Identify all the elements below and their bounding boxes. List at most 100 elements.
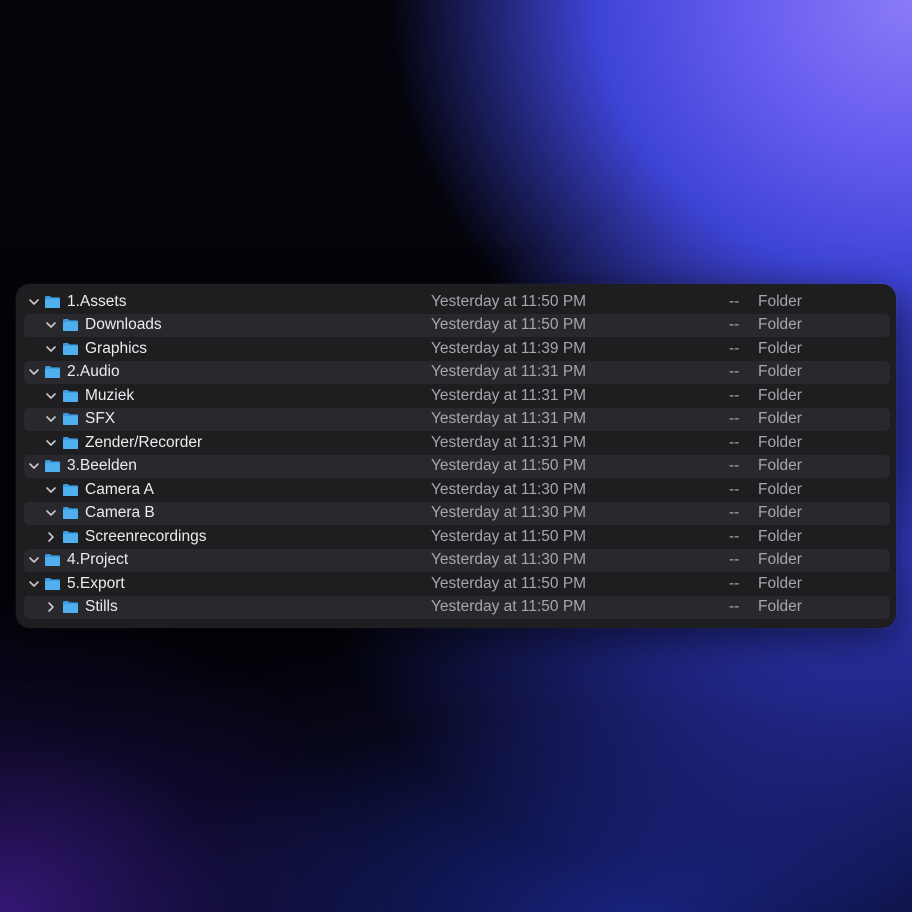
folder-icon: [62, 318, 79, 332]
date-modified: Yesterday at 11:50 PM: [431, 292, 587, 310]
file-size: --: [729, 292, 740, 310]
file-name: 5.Export: [67, 574, 125, 592]
table-row[interactable]: 4.Project Yesterday at 11:30 PM -- Folder: [24, 548, 890, 572]
folder-icon: [44, 459, 61, 473]
chevron-down-icon[interactable]: [28, 460, 40, 472]
date-modified: Yesterday at 11:31 PM: [431, 386, 587, 404]
file-name: 2.Audio: [67, 363, 120, 381]
file-kind: Folder: [758, 480, 802, 498]
folder-icon: [62, 389, 79, 403]
chevron-right-icon[interactable]: [45, 531, 57, 543]
chevron-right-icon[interactable]: [45, 601, 57, 613]
chevron-down-icon[interactable]: [45, 437, 57, 449]
file-size: --: [729, 363, 740, 381]
file-name: Zender/Recorder: [85, 433, 203, 451]
folder-icon: [62, 530, 79, 544]
date-modified: Yesterday at 11:50 PM: [431, 574, 587, 592]
file-name: Graphics: [85, 339, 148, 357]
file-name: Screenrecordings: [85, 527, 207, 545]
table-row[interactable]: 1.Assets Yesterday at 11:50 PM -- Folder: [24, 290, 890, 314]
folder-icon: [62, 600, 79, 614]
file-size: --: [729, 527, 740, 545]
file-name: 3.Beelden: [67, 457, 137, 475]
file-size: --: [729, 410, 740, 428]
file-size: --: [729, 574, 740, 592]
date-modified: Yesterday at 11:39 PM: [431, 339, 587, 357]
chevron-down-icon[interactable]: [45, 319, 57, 331]
table-row[interactable]: 2.Audio Yesterday at 11:31 PM -- Folder: [24, 360, 890, 384]
file-size: --: [729, 316, 740, 334]
file-size: --: [729, 457, 740, 475]
file-size: --: [729, 386, 740, 404]
date-modified: Yesterday at 11:31 PM: [431, 410, 587, 428]
date-modified: Yesterday at 11:50 PM: [431, 316, 587, 334]
table-row[interactable]: Muziek Yesterday at 11:31 PM -- Folder: [24, 384, 890, 408]
chevron-down-icon[interactable]: [45, 507, 57, 519]
file-name: Camera A: [85, 480, 154, 498]
file-kind: Folder: [758, 504, 802, 522]
file-name: Downloads: [85, 316, 162, 334]
folder-icon: [62, 483, 79, 497]
file-size: --: [729, 480, 740, 498]
table-row[interactable]: Camera B Yesterday at 11:30 PM -- Folder: [24, 501, 890, 525]
file-name: SFX: [85, 410, 116, 428]
file-size: --: [729, 551, 740, 569]
chevron-down-icon[interactable]: [45, 343, 57, 355]
table-row[interactable]: 5.Export Yesterday at 11:50 PM -- Folder: [24, 572, 890, 596]
file-kind: Folder: [758, 433, 802, 451]
folder-icon: [62, 412, 79, 426]
folder-icon: [62, 342, 79, 356]
chevron-down-icon[interactable]: [28, 554, 40, 566]
date-modified: Yesterday at 11:31 PM: [431, 363, 587, 381]
table-row[interactable]: Screenrecordings Yesterday at 11:50 PM -- F…: [24, 525, 890, 549]
finder-list-view: 1.Assets Yesterday at 11:50 PM -- Folder Do…: [16, 284, 896, 628]
folder-icon: [44, 365, 61, 379]
chevron-down-icon[interactable]: [45, 413, 57, 425]
date-modified: Yesterday at 11:31 PM: [431, 433, 587, 451]
file-size: --: [729, 598, 740, 616]
chevron-down-icon[interactable]: [28, 296, 40, 308]
file-name: Stills: [85, 598, 118, 616]
file-size: --: [729, 433, 740, 451]
date-modified: Yesterday at 11:30 PM: [431, 480, 587, 498]
folder-icon: [44, 577, 61, 591]
chevron-down-icon[interactable]: [45, 390, 57, 402]
table-row[interactable]: Zender/Recorder Yesterday at 11:31 PM -- Fo…: [24, 431, 890, 455]
table-row[interactable]: Downloads Yesterday at 11:50 PM -- Folder: [24, 313, 890, 337]
table-row[interactable]: SFX Yesterday at 11:31 PM -- Folder: [24, 407, 890, 431]
chevron-down-icon[interactable]: [28, 578, 40, 590]
folder-icon: [62, 436, 79, 450]
file-kind: Folder: [758, 410, 802, 428]
file-size: --: [729, 339, 740, 357]
file-size: --: [729, 504, 740, 522]
file-kind: Folder: [758, 598, 802, 616]
file-kind: Folder: [758, 292, 802, 310]
file-name: 4.Project: [67, 551, 129, 569]
folder-icon: [62, 506, 79, 520]
date-modified: Yesterday at 11:30 PM: [431, 504, 587, 522]
file-kind: Folder: [758, 363, 802, 381]
file-name: Muziek: [85, 386, 135, 404]
file-name: Camera B: [85, 504, 155, 522]
table-row[interactable]: Stills Yesterday at 11:50 PM -- Folder: [24, 595, 890, 619]
file-kind: Folder: [758, 457, 802, 475]
file-kind: Folder: [758, 386, 802, 404]
table-row[interactable]: Camera A Yesterday at 11:30 PM -- Folder: [24, 478, 890, 502]
table-row[interactable]: 3.Beelden Yesterday at 11:50 PM -- Folder: [24, 454, 890, 478]
date-modified: Yesterday at 11:50 PM: [431, 598, 587, 616]
file-kind: Folder: [758, 527, 802, 545]
file-kind: Folder: [758, 339, 802, 357]
date-modified: Yesterday at 11:50 PM: [431, 527, 587, 545]
chevron-down-icon[interactable]: [45, 484, 57, 496]
table-row[interactable]: Graphics Yesterday at 11:39 PM -- Folder: [24, 337, 890, 361]
file-list: 1.Assets Yesterday at 11:50 PM -- Folder Do…: [16, 290, 896, 619]
date-modified: Yesterday at 11:50 PM: [431, 457, 587, 475]
folder-icon: [44, 295, 61, 309]
chevron-down-icon[interactable]: [28, 366, 40, 378]
date-modified: Yesterday at 11:30 PM: [431, 551, 587, 569]
file-kind: Folder: [758, 551, 802, 569]
folder-icon: [44, 553, 61, 567]
file-kind: Folder: [758, 316, 802, 334]
file-name: 1.Assets: [67, 292, 127, 310]
file-kind: Folder: [758, 574, 802, 592]
